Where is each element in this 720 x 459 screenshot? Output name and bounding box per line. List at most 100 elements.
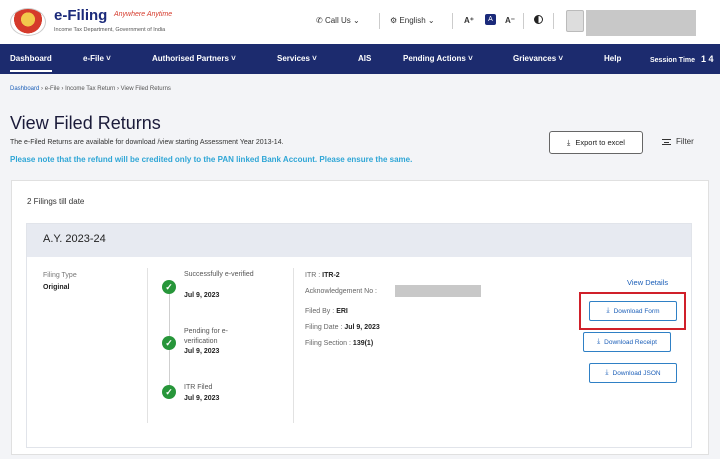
- itr-type: ITR : ITR-2: [305, 272, 340, 279]
- check-icon: ✓: [162, 385, 176, 399]
- main-nav: Dashboard e-File ˅ Authorised Partners ˅…: [0, 44, 720, 74]
- status-label: Pending for e-verification: [184, 328, 228, 345]
- filing-section-value: 139(1): [352, 340, 374, 347]
- phone-icon: ✆: [316, 16, 323, 25]
- check-icon: ✓: [162, 280, 176, 294]
- breadcrumb: Dashboard › e-File › Income Tax Return ›…: [10, 86, 171, 92]
- filed-by-label: Filed By :: [305, 308, 335, 315]
- filings-count: 2 Filings till date: [27, 197, 85, 206]
- download-icon: ⤓: [597, 338, 601, 345]
- column-divider: [147, 268, 148, 423]
- nav-ais[interactable]: AIS: [358, 44, 371, 74]
- logo-title: e-Filing: [54, 7, 108, 24]
- top-header: e-Filing Anywhere Anytime Income Tax Dep…: [0, 0, 720, 44]
- nav-services-label: Services: [277, 54, 310, 63]
- download-json-label: Download JSON: [612, 369, 661, 377]
- nav-pending-actions[interactable]: Pending Actions ˅: [403, 44, 473, 74]
- national-emblem-icon: [10, 8, 46, 36]
- status-date: Jul 9, 2023: [184, 292, 220, 299]
- filing-section: Filing Section :139(1): [305, 340, 373, 347]
- nav-help[interactable]: Help: [604, 44, 621, 74]
- download-icon: ⤓: [605, 369, 609, 376]
- download-json-button[interactable]: ⤓ Download JSON: [589, 363, 677, 383]
- filter-icon: [662, 138, 671, 145]
- filter-label: Filter: [676, 137, 694, 146]
- logo-subtitle: Income Tax Department, Government of Ind…: [54, 27, 166, 33]
- font-increase-button[interactable]: A⁺: [464, 16, 474, 25]
- breadcrumb-current: View Filed Returns: [120, 86, 171, 92]
- breadcrumb-efile[interactable]: e-File: [45, 86, 60, 92]
- nav-efile[interactable]: e-File ˅: [83, 44, 111, 74]
- page-title: View Filed Returns: [10, 113, 161, 133]
- nav-grievances[interactable]: Grievances ˅: [513, 44, 563, 74]
- download-form-label: Download Form: [613, 307, 660, 315]
- check-icon: ✓: [162, 336, 176, 350]
- export-label: Export to excel: [575, 138, 625, 147]
- chevron-down-icon: ˅: [312, 54, 317, 63]
- header-divider: [523, 13, 524, 29]
- chevron-down-icon: ˅: [231, 54, 236, 63]
- column-divider: [293, 268, 294, 423]
- logo-tagline: Anywhere Anytime: [114, 11, 173, 18]
- nav-efile-label: e-File: [83, 54, 104, 63]
- chevron-down-icon: ⌄: [352, 16, 360, 25]
- download-icon: ⤓: [606, 307, 610, 314]
- filter-button[interactable]: Filter: [662, 137, 694, 146]
- chevron-down-icon: ˅: [558, 54, 564, 63]
- nav-grievances-label: Grievances: [513, 54, 557, 63]
- header-divider: [452, 13, 453, 29]
- user-name-redacted[interactable]: [586, 10, 696, 36]
- nav-dashboard[interactable]: Dashboard: [10, 44, 52, 74]
- status-label: Successfully e-verified: [184, 271, 254, 278]
- filing-date-label: Filing Date :: [305, 324, 343, 331]
- view-details-link[interactable]: View Details: [627, 278, 668, 287]
- filed-by-value: ERI: [336, 308, 348, 315]
- chevron-down-icon: ⌄: [427, 16, 435, 25]
- status-label: ITR Filed: [184, 384, 213, 391]
- acknowledgement-label: Acknowledgement No :: [305, 288, 377, 295]
- itr-value: ITR-2: [322, 272, 340, 279]
- call-us-label: Call Us: [324, 16, 351, 25]
- filing-type-value: Original: [43, 284, 70, 291]
- download-form-button[interactable]: ⤓ Download Form: [589, 301, 677, 321]
- font-default-button[interactable]: A: [485, 14, 496, 25]
- session-value: 1 4: [701, 54, 714, 64]
- nav-pending-actions-label: Pending Actions: [403, 54, 466, 63]
- session-timer: Session Time 1 4: [650, 44, 714, 74]
- chevron-down-icon: ˅: [106, 54, 111, 63]
- status-date: Jul 9, 2023: [184, 395, 220, 402]
- nav-services[interactable]: Services ˅: [277, 44, 317, 74]
- header-divider: [379, 13, 380, 29]
- nav-authorised-partners[interactable]: Authorised Partners ˅: [152, 44, 236, 74]
- acknowledgement-number-redacted: [395, 285, 481, 297]
- filing-section-label: Filing Section :: [305, 340, 351, 347]
- session-label: Session Time: [650, 57, 696, 64]
- page-subtitle: The e-Filed Returns are available for do…: [10, 139, 284, 146]
- assessment-year: A.Y. 2023-24: [43, 233, 106, 245]
- call-us-menu[interactable]: ✆ Call Us ⌄: [316, 16, 360, 25]
- breadcrumb-dashboard[interactable]: Dashboard: [10, 86, 39, 92]
- filing-date-value: Jul 9, 2023: [344, 324, 380, 331]
- export-to-excel-button[interactable]: ⤓ Export to excel: [549, 131, 643, 154]
- breadcrumb-income-tax-return[interactable]: Income Tax Return: [65, 86, 115, 92]
- nav-authorised-partners-label: Authorised Partners: [152, 54, 229, 63]
- header-divider: [553, 13, 554, 29]
- filing-date: Filing Date : Jul 9, 2023: [305, 324, 380, 331]
- download-icon: ⤓: [567, 137, 571, 147]
- filings-card: 2 Filings till date A.Y. 2023-24 Filing …: [11, 180, 709, 455]
- efiling-logo[interactable]: e-Filing Anywhere Anytime Income Tax Dep…: [10, 6, 172, 38]
- download-receipt-button[interactable]: ⤓ Download Receipt: [583, 332, 671, 352]
- filed-by: Filed By : ERI: [305, 308, 348, 315]
- refund-notice: Please note that the refund will be cred…: [10, 155, 413, 164]
- user-avatar[interactable]: [566, 10, 584, 32]
- contrast-toggle-icon[interactable]: [534, 15, 543, 24]
- font-decrease-button[interactable]: A⁻: [505, 16, 515, 25]
- filing-type-label: Filing Type: [43, 272, 77, 279]
- status-date: Jul 9, 2023: [184, 348, 220, 355]
- chevron-down-icon: ˅: [468, 54, 473, 63]
- filing-item: A.Y. 2023-24 Filing Type Original ✓ Succ…: [26, 223, 692, 448]
- globe-icon: ⚙: [390, 16, 398, 25]
- language-label: English: [399, 16, 426, 25]
- language-selector[interactable]: ⚙ English ⌄: [390, 16, 435, 25]
- assessment-year-header: A.Y. 2023-24: [27, 224, 691, 257]
